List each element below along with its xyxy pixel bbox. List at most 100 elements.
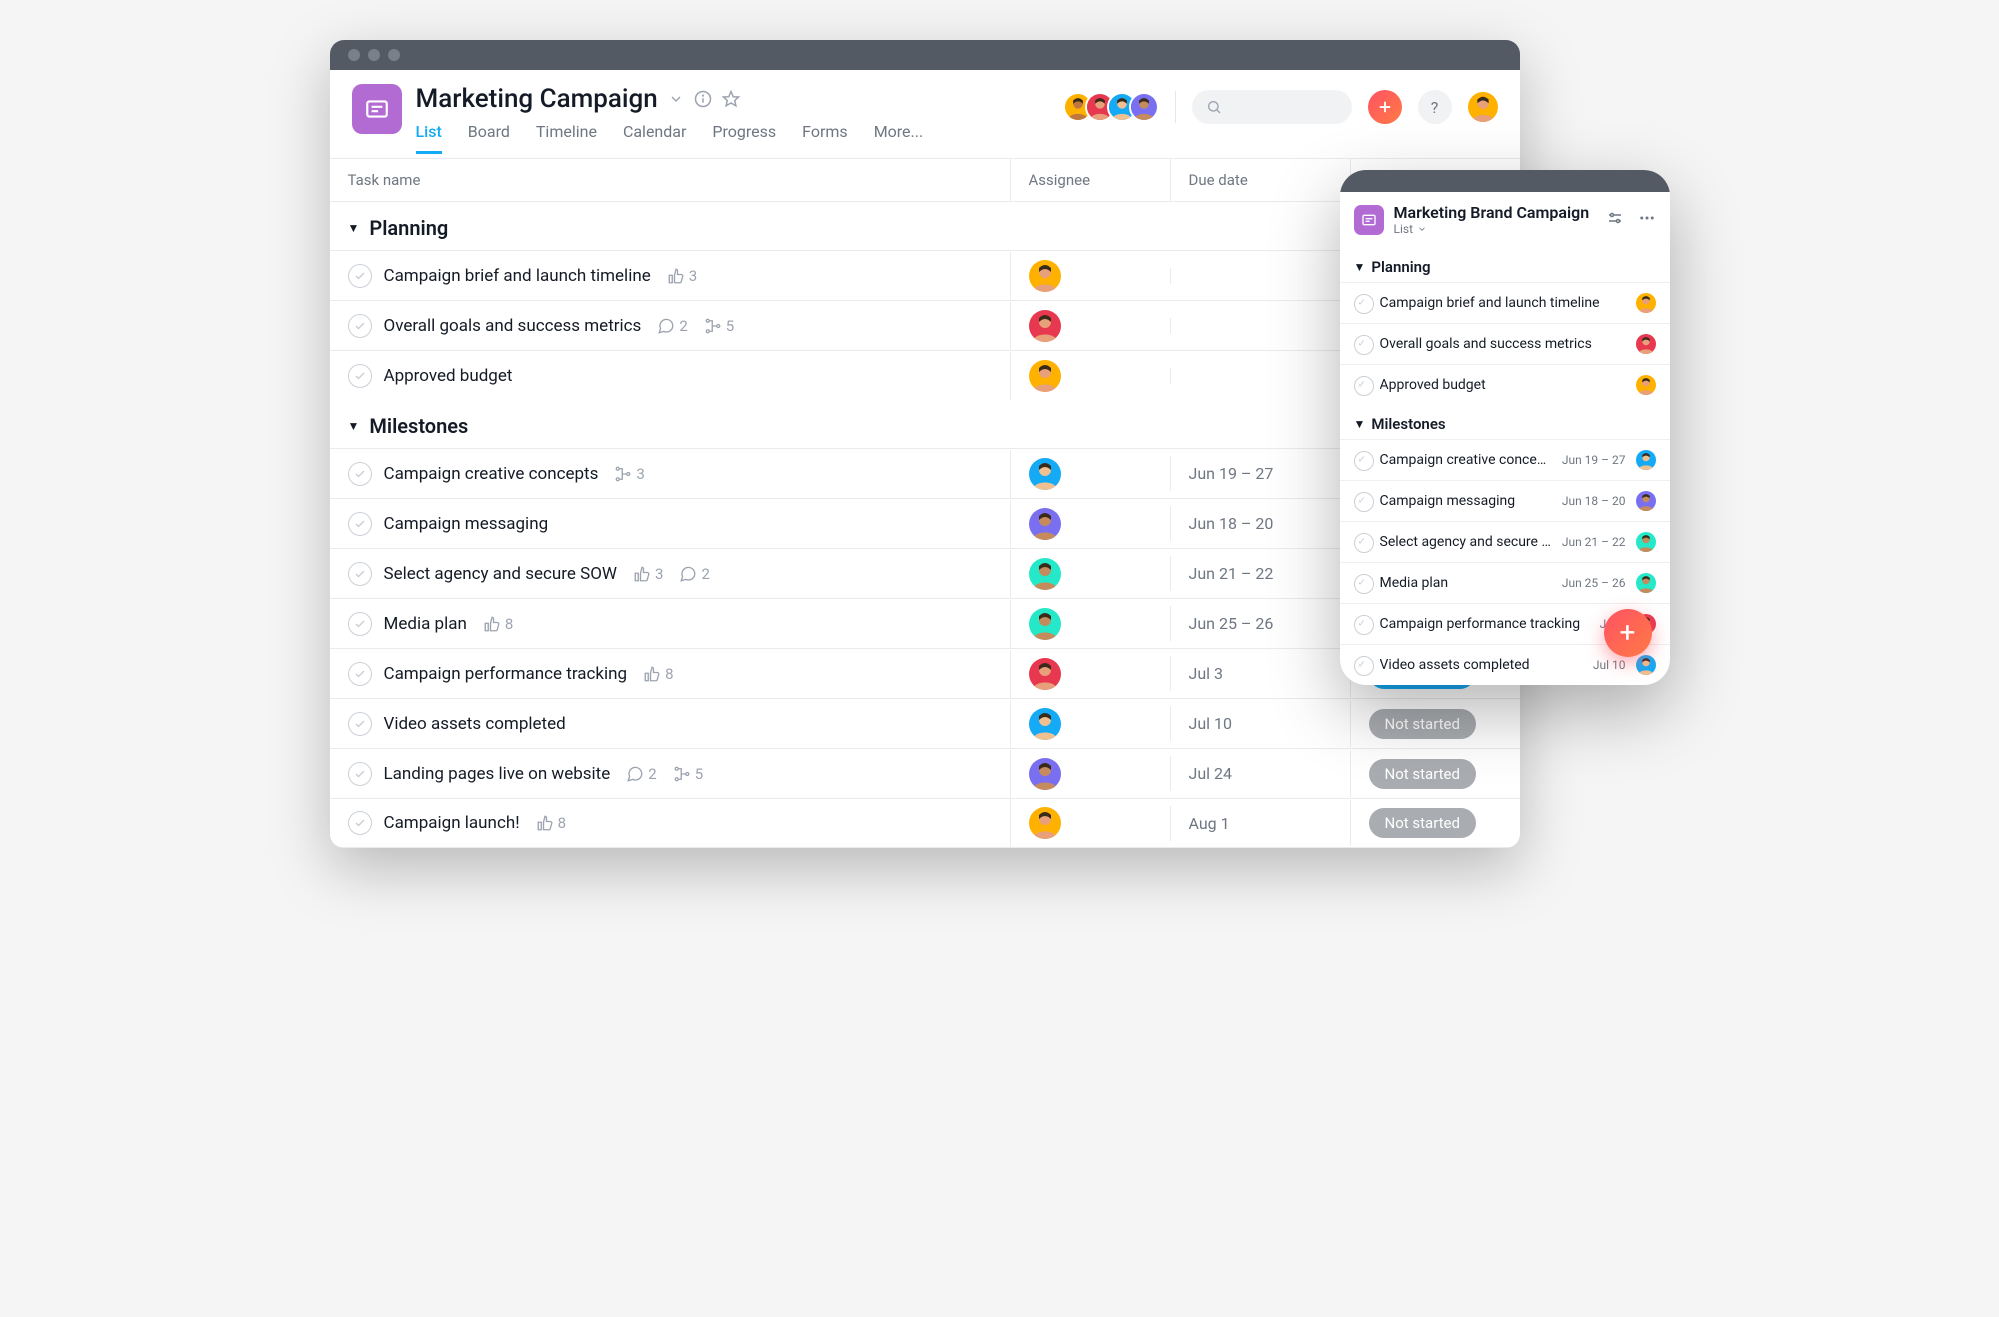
complete-toggle[interactable] [348, 762, 372, 786]
due-cell[interactable]: Jun 25 – 26 [1170, 606, 1350, 641]
avatar[interactable] [1129, 92, 1159, 122]
window-dot[interactable] [368, 49, 380, 61]
comment-count[interactable]: 2 [626, 765, 656, 783]
like-count[interactable]: 3 [667, 267, 697, 285]
mobile-task-row[interactable]: Approved budget [1340, 364, 1670, 405]
assignee-cell[interactable] [1010, 650, 1170, 698]
due-cell[interactable] [1170, 318, 1350, 334]
complete-toggle[interactable] [348, 264, 372, 288]
subtask-count[interactable]: 5 [673, 765, 703, 783]
comment-count[interactable]: 2 [679, 565, 709, 583]
like-count[interactable]: 3 [633, 565, 663, 583]
assignee-cell[interactable] [1010, 750, 1170, 798]
mobile-add-button[interactable]: + [1604, 609, 1652, 657]
complete-toggle[interactable] [348, 612, 372, 636]
col-due[interactable]: Due date [1170, 159, 1350, 201]
window-dot[interactable] [348, 49, 360, 61]
complete-toggle[interactable] [348, 512, 372, 536]
project-title[interactable]: Marketing Campaign [416, 84, 658, 114]
complete-toggle[interactable] [348, 462, 372, 486]
tab-forms[interactable]: Forms [802, 122, 848, 154]
avatar [1029, 508, 1061, 540]
like-count[interactable]: 8 [483, 615, 513, 633]
info-icon[interactable] [694, 90, 712, 108]
task-name: Media plan [1380, 575, 1552, 591]
task-name: Select agency and secure SOW [384, 564, 618, 584]
search-input[interactable] [1192, 90, 1352, 124]
assignee-cell[interactable] [1010, 500, 1170, 548]
due-cell[interactable]: Jul 24 [1170, 756, 1350, 791]
complete-toggle[interactable] [348, 811, 372, 835]
complete-toggle[interactable] [348, 364, 372, 388]
col-assignee[interactable]: Assignee [1010, 159, 1170, 201]
star-icon[interactable] [722, 90, 740, 108]
status-cell[interactable]: Not started [1350, 701, 1520, 747]
mobile-section-header[interactable]: ▼Planning [1340, 248, 1670, 282]
filter-icon[interactable] [1606, 209, 1624, 231]
mobile-task-row[interactable]: Select agency and secure SOW Jun 21 – 22 [1340, 521, 1670, 562]
avatar [1029, 658, 1061, 690]
window-dot[interactable] [388, 49, 400, 61]
me-avatar[interactable] [1468, 92, 1498, 122]
tab-more[interactable]: More... [874, 122, 924, 154]
chevron-down-icon[interactable] [668, 91, 684, 107]
assignee-cell[interactable] [1010, 302, 1170, 350]
complete-toggle[interactable] [348, 314, 372, 338]
task-row[interactable]: Landing pages live on website 25 Jul 24 … [330, 748, 1520, 798]
mobile-view-picker[interactable]: List [1394, 222, 1590, 236]
section-name: Planning [369, 216, 448, 240]
complete-toggle[interactable] [348, 562, 372, 586]
status-cell[interactable]: Not started [1350, 800, 1520, 846]
complete-toggle[interactable] [348, 712, 372, 736]
collaborator-stack[interactable] [1071, 92, 1159, 122]
due-cell[interactable]: Jun 18 – 20 [1170, 506, 1350, 541]
task-name: Campaign creative concepts [384, 464, 599, 484]
assignee-cell[interactable] [1010, 252, 1170, 300]
avatar [1029, 758, 1061, 790]
task-name: Approved budget [1380, 377, 1626, 393]
mobile-task-row[interactable]: Campaign messaging Jun 18 – 20 [1340, 480, 1670, 521]
complete-toggle[interactable] [348, 662, 372, 686]
subtask-count[interactable]: 5 [704, 317, 734, 335]
more-icon[interactable] [1638, 209, 1656, 231]
project-icon[interactable] [1354, 205, 1384, 235]
assignee-cell[interactable] [1010, 450, 1170, 498]
mobile-task-row[interactable]: Campaign creative concepts Jun 19 – 27 [1340, 439, 1670, 480]
project-icon[interactable] [352, 84, 402, 134]
like-count[interactable]: 8 [536, 814, 566, 832]
due-cell[interactable]: Jul 3 [1170, 656, 1350, 691]
tab-list[interactable]: List [416, 122, 442, 154]
add-button[interactable] [1368, 90, 1402, 124]
assignee-cell[interactable] [1010, 550, 1170, 598]
tab-board[interactable]: Board [468, 122, 510, 154]
mobile-title[interactable]: Marketing Brand Campaign [1394, 204, 1590, 222]
status-badge: Not started [1369, 759, 1476, 789]
status-badge: Not started [1369, 808, 1476, 838]
due-cell[interactable]: Aug 1 [1170, 806, 1350, 841]
status-cell[interactable]: Not started [1350, 751, 1520, 797]
like-count[interactable]: 8 [643, 665, 673, 683]
due-cell[interactable]: Jun 21 – 22 [1170, 556, 1350, 591]
tab-progress[interactable]: Progress [712, 122, 776, 154]
assignee-cell[interactable] [1010, 352, 1170, 400]
help-button[interactable]: ? [1418, 90, 1452, 124]
col-task[interactable]: Task name [330, 159, 1010, 201]
mobile-task-row[interactable]: Media plan Jun 25 – 26 [1340, 562, 1670, 603]
assignee-cell[interactable] [1010, 700, 1170, 748]
due-cell[interactable] [1170, 368, 1350, 384]
due-cell[interactable]: Jun 19 – 27 [1170, 456, 1350, 491]
assignee-cell[interactable] [1010, 799, 1170, 847]
chevron-down-icon: ▼ [1354, 417, 1366, 431]
assignee-cell[interactable] [1010, 600, 1170, 648]
comment-count[interactable]: 2 [657, 317, 687, 335]
task-row[interactable]: Video assets completed Jul 10 Not starte… [330, 698, 1520, 748]
due-cell[interactable] [1170, 268, 1350, 284]
tab-timeline[interactable]: Timeline [536, 122, 597, 154]
task-row[interactable]: Campaign launch! 8 Aug 1 Not started [330, 798, 1520, 848]
mobile-section-header[interactable]: ▼Milestones [1340, 405, 1670, 439]
mobile-task-row[interactable]: Campaign brief and launch timeline [1340, 282, 1670, 323]
mobile-task-row[interactable]: Overall goals and success metrics [1340, 323, 1670, 364]
subtask-count[interactable]: 3 [614, 465, 644, 483]
due-cell[interactable]: Jul 10 [1170, 706, 1350, 741]
tab-calendar[interactable]: Calendar [623, 122, 686, 154]
